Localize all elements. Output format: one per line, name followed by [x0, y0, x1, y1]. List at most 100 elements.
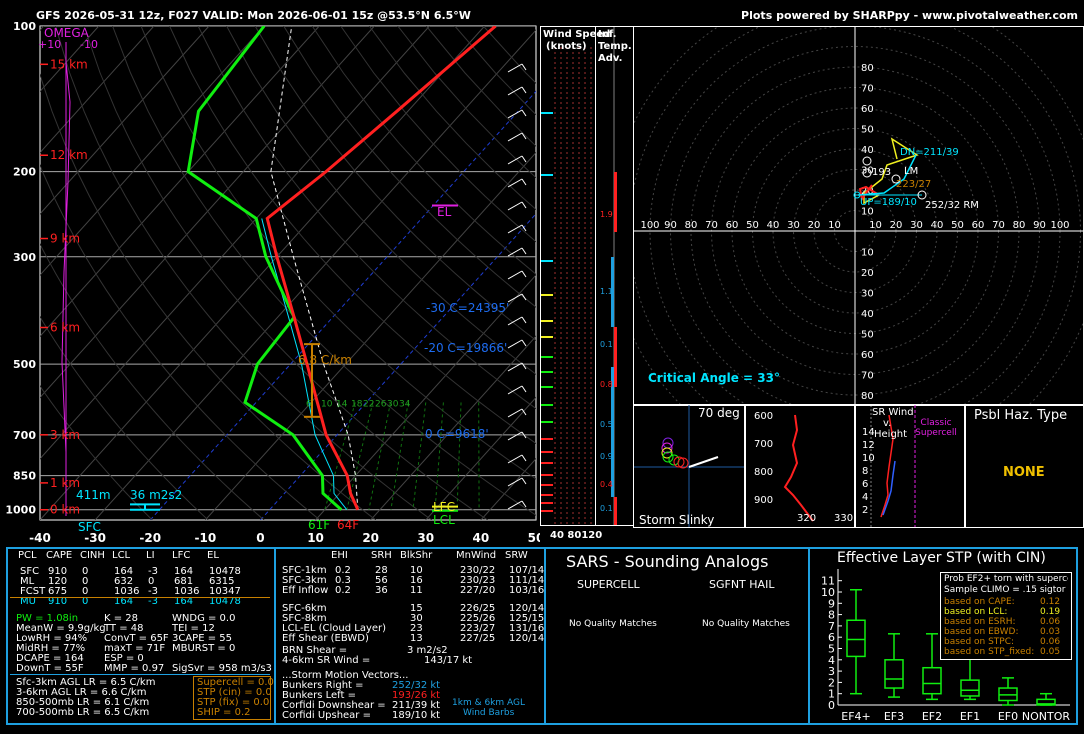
pressure-label: 300	[13, 251, 36, 264]
prob-value: 0.03	[1040, 627, 1061, 637]
omega-left: +10	[38, 38, 62, 51]
adv-value: 0.1	[600, 340, 613, 349]
hodo-marker	[862, 156, 872, 166]
sars-title: SARS - Sounding Analogs	[566, 552, 769, 571]
wind-speed-units: (knots)	[546, 41, 587, 52]
sr-wind-label: 4-6km SR Wind =	[282, 655, 371, 666]
hodo-label: 223/27	[896, 179, 931, 190]
kin-label: Eff Shear (EBWD)	[282, 633, 369, 644]
srw-y-tick: 2	[862, 505, 869, 516]
prob-clim: Sample CLIMO = .15 sigtor	[944, 585, 1066, 595]
hodo-x-tick: 60	[972, 220, 985, 231]
slinky-deg: 70 deg	[698, 406, 740, 420]
height-label: 15 km	[50, 57, 88, 71]
pressure-label: 200	[13, 166, 36, 179]
hodo-x-tick: 10	[828, 220, 841, 231]
hodo-y-tick: 80	[861, 391, 874, 402]
header-title: GFS 2026-05-31 12z, F027 VALID: Mon 2026…	[36, 9, 471, 22]
kin-cell: 0.2	[335, 585, 351, 596]
srw-title-3: Height	[874, 429, 908, 440]
prob-label: based on EBWD:	[944, 627, 1019, 637]
kin-header: SRH	[371, 550, 392, 561]
omega-right: -10	[80, 38, 98, 51]
hodo-ring	[634, 27, 1081, 405]
param-col2: MMP = 0.97	[104, 663, 165, 674]
wind-speed-plot	[541, 47, 592, 525]
temp-advection-plot: 1.9 1.1 0.1 0.8 0.5 0.9 0.4 0.1	[600, 27, 617, 527]
param-header: PCL	[18, 550, 37, 561]
param-divider	[10, 674, 270, 675]
prob-value: 0.06	[1040, 617, 1061, 627]
stp-title: Effective Layer STP (with CIN)	[837, 550, 1046, 566]
param-header: LCL	[112, 550, 131, 561]
stp-category: EF0	[998, 710, 1018, 723]
adv-warm-bar	[614, 172, 617, 232]
hodo-y-tick: 10	[861, 207, 874, 218]
kin-header: BlkShr	[400, 550, 433, 561]
param-col1: DownT = 55F	[16, 663, 84, 674]
theta-x-330: 330	[834, 513, 854, 524]
adv-title-1: Inf.	[598, 29, 617, 40]
stp-category: EF1	[960, 710, 980, 723]
kin-cell: 120/14	[509, 633, 545, 644]
hodo-x-tick: 80	[685, 220, 698, 231]
adv-title-2: Temp.	[598, 41, 632, 52]
adv-value: 0.9	[600, 452, 613, 461]
hodo-label: 252/32 RM	[925, 200, 979, 211]
hodo-y-tick: 70	[861, 84, 874, 95]
hodo-y-tick: 80	[861, 63, 874, 74]
mixing-ratio-label: 6	[306, 399, 312, 409]
hodo-x-tick: 100	[1050, 220, 1069, 231]
sars-panel	[544, 547, 810, 725]
theta-p-700: 700	[754, 439, 774, 450]
hodo-x-tick: 100	[640, 220, 659, 231]
kin-cell: 36	[375, 585, 388, 596]
hodo-x-tick: 70	[705, 220, 718, 231]
hodo-ring	[634, 27, 1083, 405]
x-tick-label: -10	[194, 531, 216, 545]
psbl-haz-value: NONE	[1003, 465, 1045, 480]
x-tick-label: 40	[473, 531, 490, 545]
height-label: 12 km	[50, 148, 88, 162]
header-credit: Plots powered by SHARPpy - www.pivotalwe…	[741, 9, 1078, 22]
adv-value: 1.9	[600, 210, 613, 219]
sars-supercell: SUPERCELL	[577, 578, 640, 591]
theta-p-600: 600	[754, 411, 774, 422]
storm-slinky	[634, 405, 745, 527]
iso-m30: -30 C=24395'	[426, 301, 510, 315]
stp-box	[846, 619, 866, 658]
param-col3: SigSvr = 958 m3/s3	[172, 663, 272, 674]
srw-title-1: SR Wind	[872, 407, 914, 418]
x-tick-label: 20	[362, 531, 379, 545]
prob-value: 0.12	[1040, 597, 1061, 607]
theta-p-800: 800	[754, 467, 774, 478]
hodo-label: UP=189/10	[860, 197, 917, 208]
hodo-y-tick: 50	[861, 125, 874, 136]
mixing-ratio-label: 18	[351, 399, 363, 409]
stp-category: EF3	[884, 710, 904, 723]
kin-label: Eff Inflow	[282, 585, 329, 596]
comp-param: SHIP = 0.2	[197, 707, 251, 718]
hodo-y-tick: 60	[861, 104, 874, 115]
pressure-label: 1000	[5, 504, 36, 517]
x-tick-label: 10	[307, 531, 324, 545]
param-header: CAPE	[46, 550, 73, 561]
x-tick-label: -20	[139, 531, 161, 545]
srw-title-2: v.	[883, 418, 892, 429]
storm-vector-label: Corfidi Upshear =	[282, 710, 371, 721]
stp-category: NONTOR	[1022, 710, 1070, 723]
hodo-x-tick: 50	[746, 220, 759, 231]
hodo-y-tick: 40	[861, 309, 874, 320]
kin-cell: 11	[410, 585, 423, 596]
storm-vector-value: 189/10 kt	[392, 710, 441, 721]
prob-label: based on STPC:	[944, 637, 1015, 647]
hodo-label: 193	[872, 167, 891, 178]
hodo-x-tick: 20	[890, 220, 903, 231]
theta-p-900: 900	[754, 495, 774, 506]
stp-category: EF2	[922, 710, 942, 723]
adv-warm-bar	[614, 327, 617, 387]
hodo-x-tick: 40	[931, 220, 944, 231]
height-label: 3 km	[50, 428, 80, 442]
param-header: CINH	[80, 550, 105, 561]
mixing-ratio-label: 22	[363, 399, 374, 409]
